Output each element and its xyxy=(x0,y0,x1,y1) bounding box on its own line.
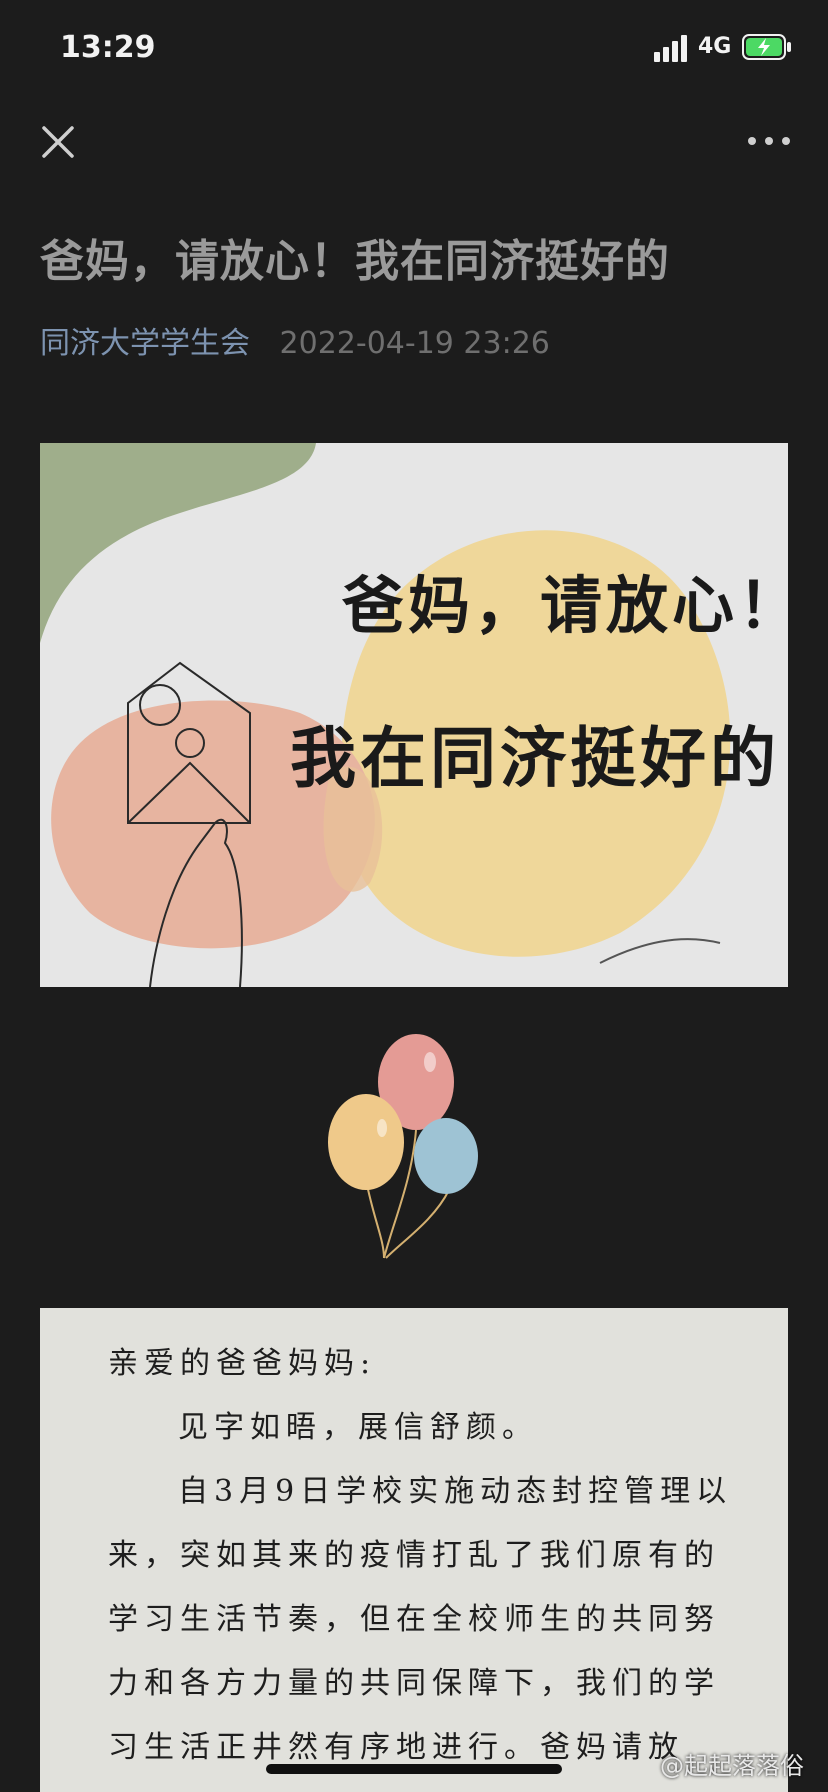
signal-icon xyxy=(654,35,687,62)
home-indicator[interactable] xyxy=(266,1764,562,1774)
hero-text-line2: 我在同济挺好的 xyxy=(290,720,780,797)
network-type: 4G xyxy=(698,34,732,59)
balloons-icon xyxy=(328,1034,478,1259)
article-title: 爸妈，请放心！我在同济挺好的 xyxy=(40,236,670,287)
letter-paragraph: 自3月9日学校实施动态封控管理以来，突如其来的疫情打乱了我们原有的学习生活节奏，… xyxy=(108,1474,733,1765)
battery-charging-icon xyxy=(742,34,791,60)
publish-date: 2022-04-19 23:26 xyxy=(279,326,550,361)
letter-opening: 见字如晤，展信舒颜。 xyxy=(178,1410,538,1445)
author-link[interactable]: 同济大学学生会 xyxy=(40,326,250,361)
letter-image[interactable]: 亲爱的爸爸妈妈: 见字如晤，展信舒颜。 自3月9日学校实施动态封控管理以来，突如… xyxy=(40,1308,788,1792)
article-meta: 同济大学学生会 2022-04-19 23:26 xyxy=(40,318,550,362)
letter-text: 亲爱的爸爸妈妈: 见字如晤，展信舒颜。 自3月9日学校实施动态封控管理以来，突如… xyxy=(108,1332,748,1792)
letter-greeting: 亲爱的爸爸妈妈: xyxy=(108,1346,377,1381)
more-horizontal-icon[interactable] xyxy=(746,130,792,152)
hero-image[interactable]: 爸妈，请放心！ 我在同济挺好的 xyxy=(40,443,788,987)
status-bar: 13:29 4G xyxy=(0,0,828,100)
article-topbar xyxy=(0,100,828,180)
status-time: 13:29 xyxy=(60,30,156,65)
close-icon[interactable] xyxy=(36,120,80,164)
weibo-watermark: @起起落落俗 xyxy=(660,1752,804,1780)
hero-text-line1: 爸妈，请放心！ xyxy=(342,569,788,642)
